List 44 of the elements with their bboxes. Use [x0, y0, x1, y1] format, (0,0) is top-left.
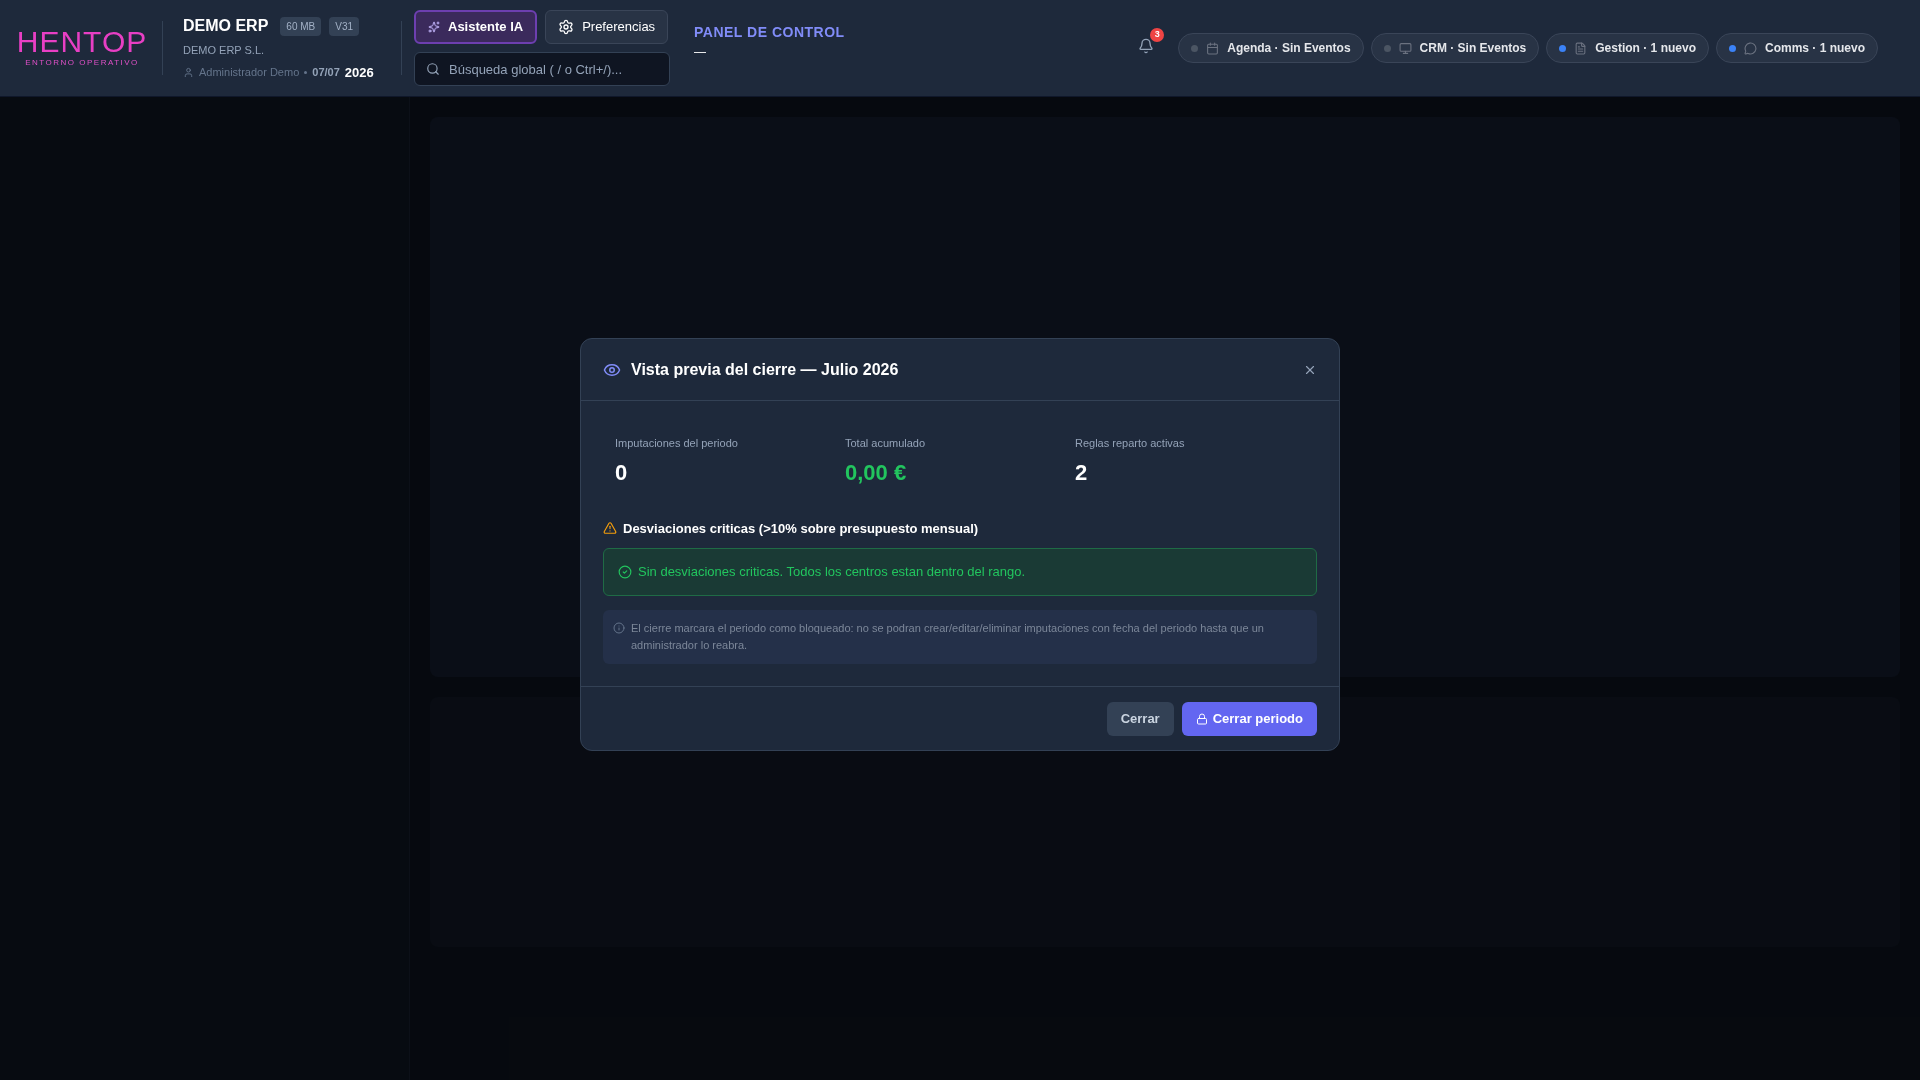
status-chip[interactable]: Comms · 1 nuevo: [1715, 33, 1878, 63]
stat-value: 0: [615, 458, 629, 487]
lock-icon: [1195, 712, 1208, 725]
info-icon: [613, 622, 625, 634]
date-label: 07/07: [312, 65, 340, 80]
status-chip[interactable]: CRM · Sin Eventos: [1370, 33, 1540, 63]
stat-value: 2: [1075, 458, 1089, 487]
user-name: Administrador Demo: [199, 65, 300, 80]
status-chip[interactable]: Agenda · Sin Eventos: [1178, 33, 1364, 63]
preferences-button[interactable]: Preferencias: [545, 10, 669, 44]
year-label: 2026: [344, 63, 374, 82]
monitor-icon: [1398, 41, 1412, 55]
version-badge: 60 MB: [280, 16, 322, 36]
bell-icon: [1138, 37, 1155, 54]
version-badge: V31: [329, 16, 360, 36]
panel-title: PANEL DE CONTROL: [694, 23, 845, 42]
logo: HENTOP: [16, 27, 148, 57]
user-icon: [183, 66, 194, 78]
cancel-button[interactable]: Cerrar: [1106, 701, 1174, 736]
search-icon: [426, 62, 440, 76]
dialog-title: Vista previa del cierre — Julio 2026: [631, 359, 899, 380]
logo-tagline: ENTORNO OPERATIVO: [25, 57, 139, 69]
search-field[interactable]: Búsqueda global ( / o Ctrl+/)...: [414, 52, 670, 86]
chat-icon: [1743, 41, 1757, 55]
panel-subtitle: —: [694, 44, 707, 61]
company-name: DEMO ERP S.L.: [183, 43, 266, 58]
settings-icon: [558, 19, 575, 35]
stat-label: Total acumulado: [845, 436, 927, 451]
close-period-button[interactable]: Cerrar periodo: [1181, 701, 1317, 736]
stat-label: Reglas reparto activas: [1075, 436, 1186, 451]
notification-badge: 3: [1150, 27, 1165, 42]
stat-label: Imputaciones del periodo: [615, 436, 739, 451]
assistant-button[interactable]: Asistente IA: [414, 10, 538, 44]
check-icon: [618, 565, 632, 579]
warning-icon: [603, 521, 617, 536]
company-title: DEMO ERP: [183, 16, 269, 36]
status-chip[interactable]: Gestion · 1 nuevo: [1546, 33, 1709, 63]
info-note: El cierre marcara el periodo como bloqueado: no se podran crear/editar/eliminar imputaciones con fecha del periodo hasta que un administrador lo reabra.: [631, 621, 1265, 653]
warning-heading: Desviaciones criticas (>10% sobre presupuesto mensual): [623, 519, 979, 538]
stat-value: 0,00 €: [845, 458, 908, 487]
success-message: Sin desviaciones criticas. Todos los centros estan dentro del rango.: [638, 563, 1026, 582]
calendar-icon: [1206, 41, 1220, 55]
sparkle-icon: [428, 21, 440, 33]
file-icon: [1574, 41, 1588, 55]
